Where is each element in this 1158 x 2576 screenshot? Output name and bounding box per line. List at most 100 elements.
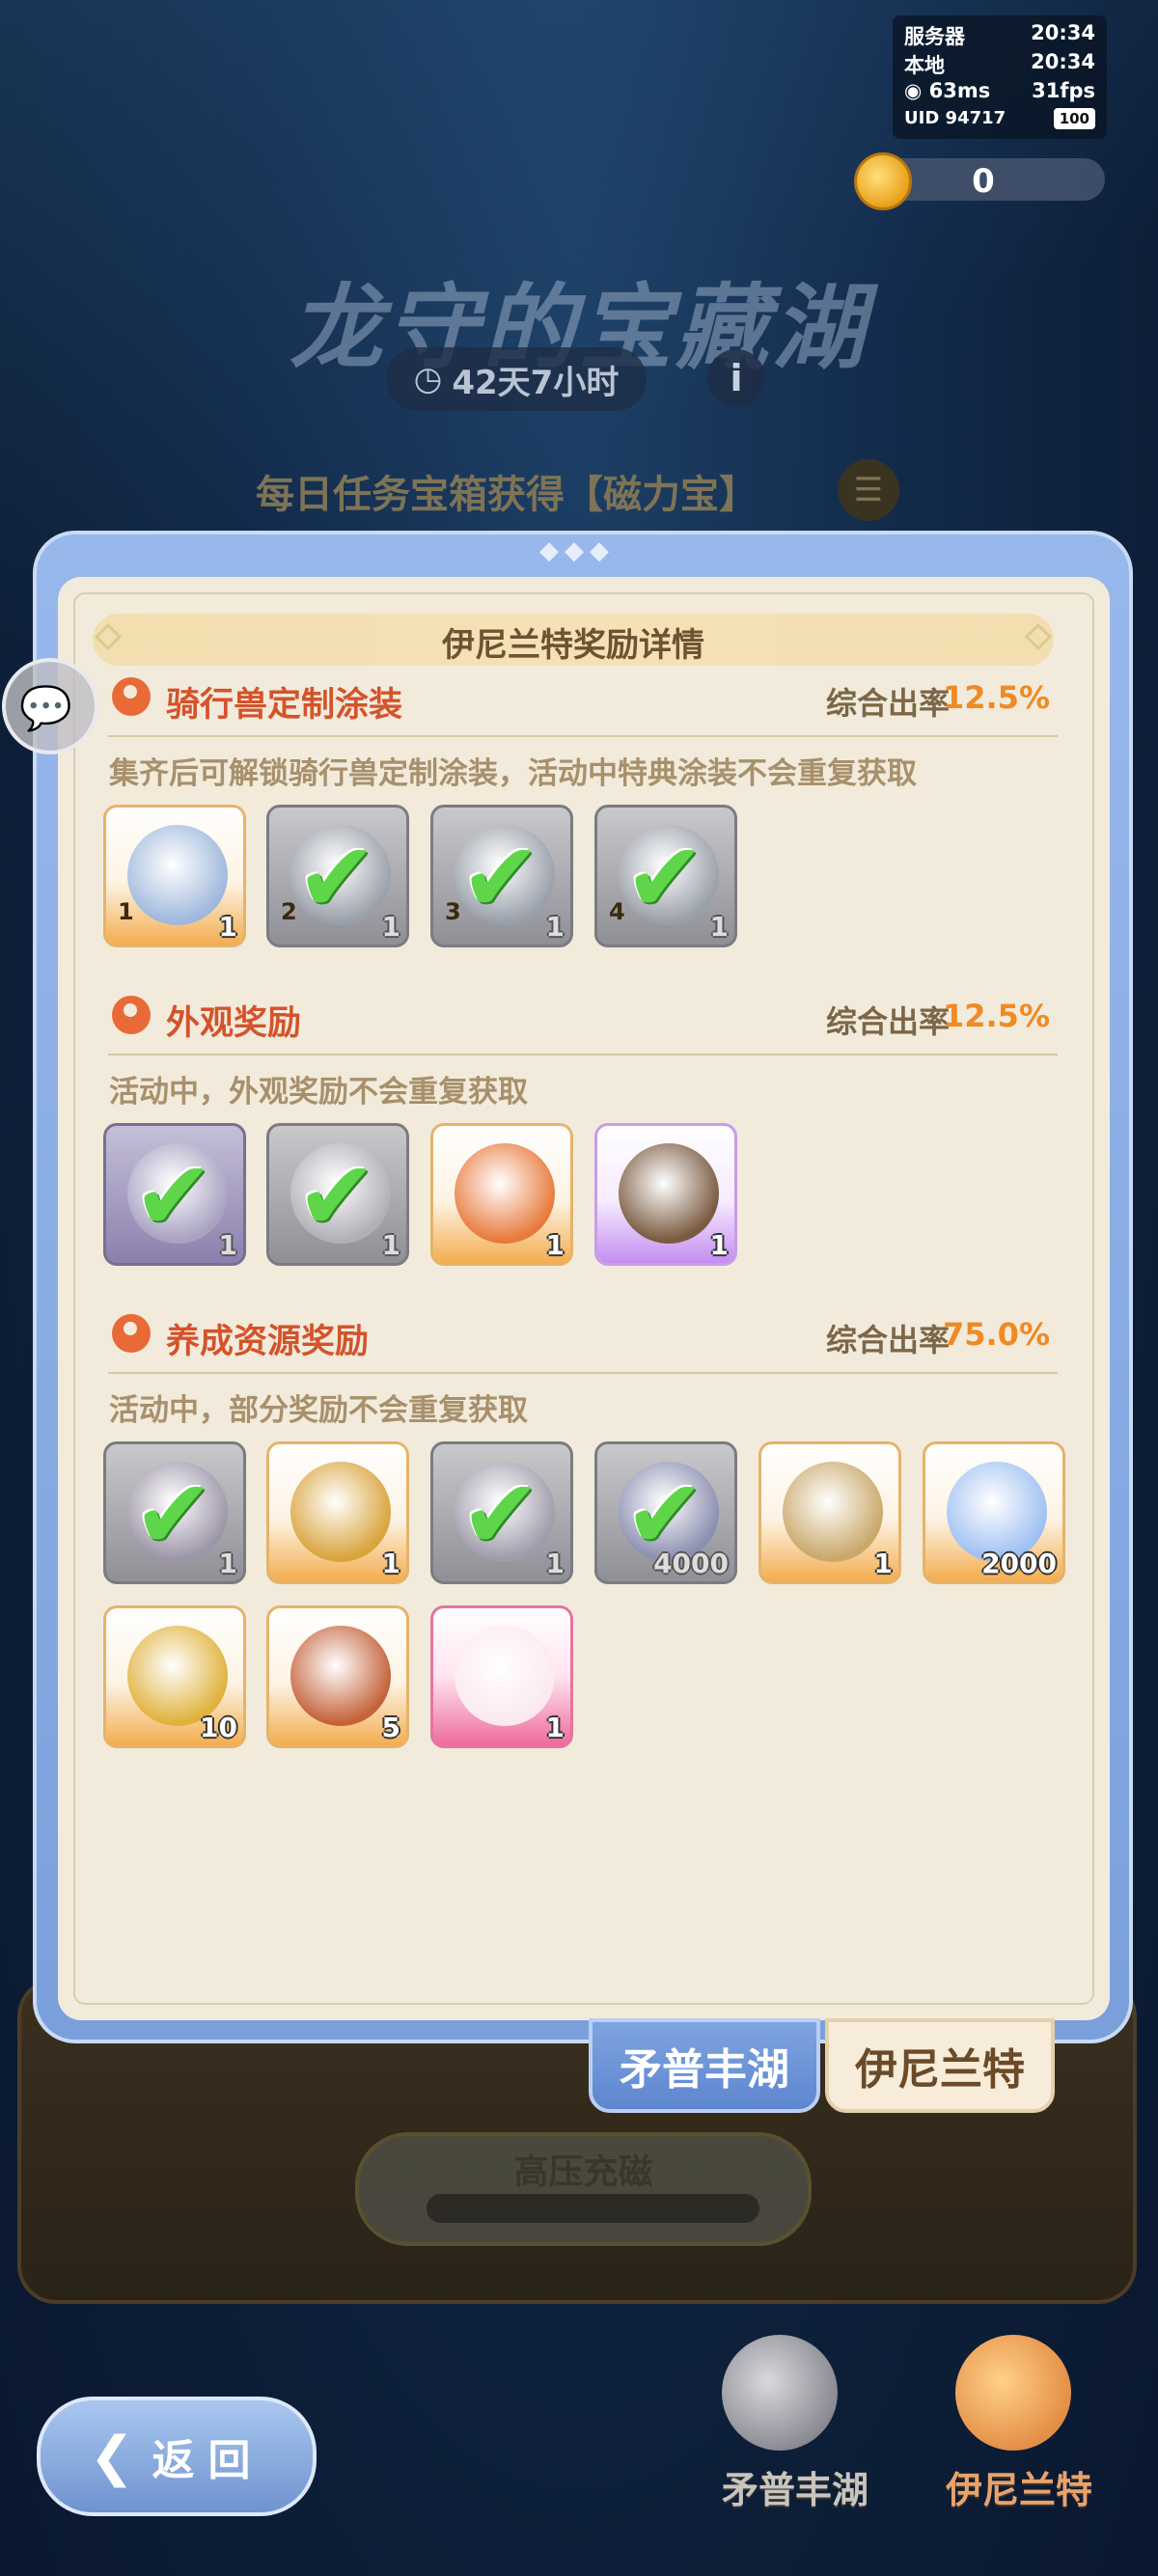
item-quantity: 1 (381, 1229, 400, 1261)
server-label: 服务器 (904, 25, 965, 48)
item-quantity: 2000 (981, 1548, 1057, 1579)
charge-bar[interactable]: 高压充磁 (355, 2132, 812, 2246)
item-quantity: 10 (200, 1712, 237, 1743)
item-quantity: 1 (218, 1548, 237, 1579)
pearl-left-icon[interactable] (722, 2335, 838, 2451)
claimed-check-icon: ✔ (624, 821, 705, 934)
reward-item[interactable]: 1 (430, 1123, 573, 1266)
reward-item[interactable]: 5 (266, 1605, 409, 1748)
reward-item-icon (127, 825, 228, 925)
tab-inilante[interactable]: 伊尼兰特 (825, 2018, 1055, 2113)
claimed-check-icon: ✔ (296, 821, 377, 934)
item-quantity: 1 (709, 1229, 729, 1261)
item-quantity: 1 (381, 911, 400, 943)
item-index-badge: 3 (445, 898, 461, 925)
rate-value: 12.5% (942, 998, 1050, 1034)
item-quantity: 4000 (653, 1548, 729, 1579)
clock-icon: ◷ (413, 360, 443, 398)
ping-value: 63ms (928, 79, 991, 102)
reward-item[interactable]: 1 (594, 1123, 737, 1266)
pearl-right-icon[interactable] (955, 2335, 1071, 2451)
back-label: 返回 (152, 2436, 264, 2485)
info-button[interactable]: i (707, 349, 765, 407)
item-quantity: 1 (545, 1229, 565, 1261)
reward-item[interactable]: ✔ 1 (266, 1123, 409, 1266)
item-quantity: 1 (218, 1229, 237, 1261)
chat-icon: 💬 (19, 684, 72, 733)
currency-value: 0 (972, 162, 995, 201)
item-quantity: 1 (545, 1712, 565, 1743)
tab-mapu-lake[interactable]: 矛普丰湖 (589, 2018, 820, 2113)
claimed-check-icon: ✔ (133, 1458, 214, 1571)
item-quantity: 1 (381, 1548, 400, 1579)
modal-title: 伊尼兰特奖励详情 (442, 626, 704, 665)
item-index-badge: 2 (281, 898, 297, 925)
charge-progress (427, 2194, 759, 2223)
reward-item[interactable]: 1 (266, 1441, 409, 1584)
reward-item-icon (290, 1626, 391, 1726)
reward-item[interactable]: 1 (758, 1441, 901, 1584)
reward-item[interactable]: ✔ 1 (103, 1441, 246, 1584)
back-arrow-icon: ❮ (89, 2425, 135, 2488)
rate-label: 综合出率 (825, 685, 950, 722)
reward-item[interactable]: 2000 (923, 1441, 1065, 1584)
local-time: 20:34 (1031, 50, 1095, 73)
timer-text: 42天7小时 (452, 363, 620, 402)
daily-task-text: 每日任务宝箱获得【磁力宝】 (256, 473, 758, 517)
lake-right-label[interactable]: 伊尼兰特 (946, 2460, 1092, 2513)
section-header: 养成资源奖励 综合出率 75.0% (108, 1312, 1054, 1361)
reward-item[interactable]: 4 ✔ 1 (594, 805, 737, 947)
rate-value: 12.5% (942, 679, 1050, 716)
item-quantity: 1 (709, 911, 729, 943)
section-description: 集齐后可解锁骑行兽定制涂装，活动中特典涂装不会重复获取 (109, 756, 917, 791)
reward-item-icon (455, 1626, 555, 1726)
section-header: 骑行兽定制涂装 综合出率 12.5% (108, 675, 1054, 725)
reward-item-icon (455, 1143, 555, 1244)
reward-item[interactable]: ✔ 1 (103, 1123, 246, 1266)
section-divider (108, 1372, 1058, 1374)
info-icon: i (730, 357, 743, 399)
local-label: 本地 (904, 54, 945, 77)
pearl-section-icon (112, 1314, 151, 1353)
reward-item-icon (783, 1462, 883, 1562)
item-index-badge: 4 (609, 898, 625, 925)
item-quantity: 1 (545, 911, 565, 943)
section-divider (108, 1054, 1058, 1055)
back-button[interactable]: ❮ 返回 (37, 2397, 317, 2516)
item-quantity: 1 (218, 911, 237, 943)
section-title: 外观奖励 (166, 1004, 302, 1043)
reward-item-icon (290, 1462, 391, 1562)
reward-item[interactable]: ✔ 1 (430, 1441, 573, 1584)
item-index-badge: 1 (118, 898, 134, 925)
reward-item[interactable]: 10 (103, 1605, 246, 1748)
reward-item[interactable]: 3 ✔ 1 (430, 805, 573, 947)
section-header: 外观奖励 综合出率 12.5% (108, 994, 1054, 1043)
item-quantity: 5 (381, 1712, 400, 1743)
wifi-icon: ◉ (904, 79, 929, 102)
list-icon: ☰ (853, 471, 884, 509)
reward-item[interactable]: 1 (430, 1605, 573, 1748)
lake-left-label[interactable]: 矛普丰湖 (722, 2460, 868, 2513)
charge-label: 高压充磁 (513, 2152, 653, 2192)
section-description: 活动中，外观奖励不会重复获取 (109, 1075, 528, 1110)
claimed-check-icon: ✔ (460, 1458, 541, 1571)
claimed-check-icon: ✔ (133, 1139, 214, 1252)
currency-bar: 0 (854, 152, 1105, 210)
claimed-check-icon: ✔ (296, 1139, 377, 1252)
rate-value: 75.0% (942, 1316, 1050, 1353)
modal-ornament: ◆◆◆ (539, 536, 615, 565)
rate-label: 综合出率 (825, 1003, 950, 1040)
uid-value: 94717 (945, 108, 1006, 128)
list-button[interactable]: ☰ (838, 459, 899, 521)
claimed-check-icon: ✔ (460, 821, 541, 934)
reward-item[interactable]: 2 ✔ 1 (266, 805, 409, 947)
reward-item[interactable]: ✔ 4000 (594, 1441, 737, 1584)
event-timer: ◷ 42天7小时 (386, 347, 647, 411)
reward-item[interactable]: 11 (103, 805, 246, 947)
fps-value: 31fps (1032, 79, 1095, 102)
chat-button[interactable]: 💬 (2, 658, 98, 754)
status-overlay: 服务器 20:34 本地 20:34 ◉ 63ms 31fps UID 9471… (893, 15, 1107, 139)
item-quantity: 1 (873, 1548, 893, 1579)
section-title: 骑行兽定制涂装 (166, 686, 403, 725)
section-description: 活动中，部分奖励不会重复获取 (109, 1393, 528, 1428)
